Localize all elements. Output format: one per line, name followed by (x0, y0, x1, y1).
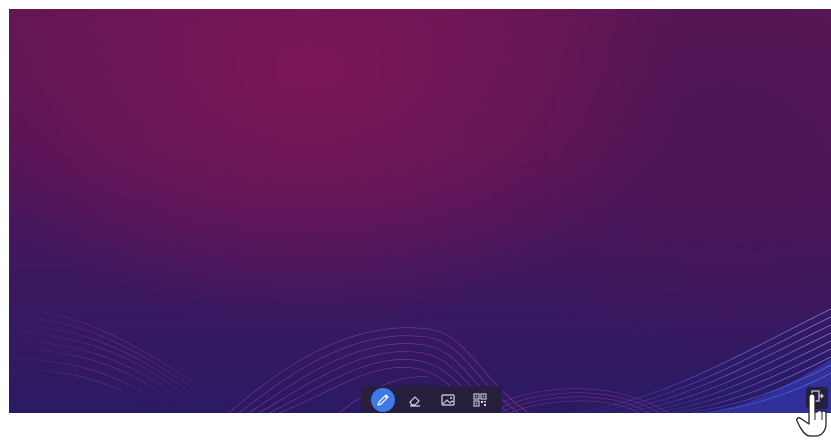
hand-pointer-icon (796, 393, 827, 437)
qr-code-icon (472, 392, 488, 408)
image-icon (440, 392, 456, 408)
desktop-background (9, 9, 831, 413)
annotation-toolbar (361, 386, 502, 413)
qr-code-tool-button[interactable] (468, 388, 492, 412)
pen-icon (375, 392, 391, 408)
wave-decoration (9, 308, 831, 413)
eraser-icon (407, 392, 423, 408)
image-tool-button[interactable] (436, 388, 460, 412)
pen-tool-button[interactable] (371, 388, 396, 412)
eraser-tool-button[interactable] (403, 388, 427, 412)
